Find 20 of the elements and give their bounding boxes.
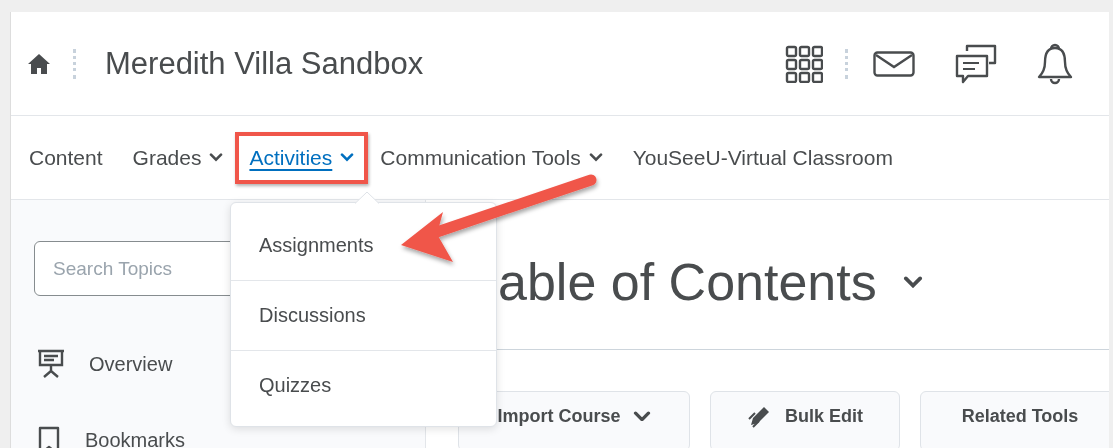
- nav-tab[interactable]: Grades: [132, 145, 224, 170]
- page-heading: able of Contents: [498, 252, 877, 312]
- grid-icon[interactable]: [785, 44, 823, 83]
- chevron-icon: [902, 276, 923, 288]
- menu-item[interactable]: Discussions: [231, 280, 496, 350]
- nav-tab[interactable]: Activities: [249, 145, 355, 170]
- sidebar-item[interactable]: Bookmarks: [35, 425, 425, 448]
- home-icon[interactable]: [27, 52, 51, 75]
- chat-bubbles-icon[interactable]: [955, 42, 997, 85]
- bell-icon[interactable]: [1037, 42, 1073, 85]
- nav-tab[interactable]: Content: [29, 145, 103, 170]
- presentation-board-icon: [35, 348, 67, 380]
- toolbar-button[interactable]: Related Tools: [920, 391, 1109, 448]
- mail-icon[interactable]: [873, 50, 915, 77]
- menu-item[interactable]: Quizzes: [231, 350, 496, 420]
- nav-tab[interactable]: YouSeeU-Virtual Classroom: [632, 145, 893, 170]
- nav-tab[interactable]: Communication Tools: [380, 145, 603, 170]
- chevron-icon: [632, 410, 651, 422]
- toolbar-button[interactable]: Bulk Edit: [710, 391, 900, 448]
- course-title[interactable]: Meredith Villa Sandbox: [105, 45, 424, 82]
